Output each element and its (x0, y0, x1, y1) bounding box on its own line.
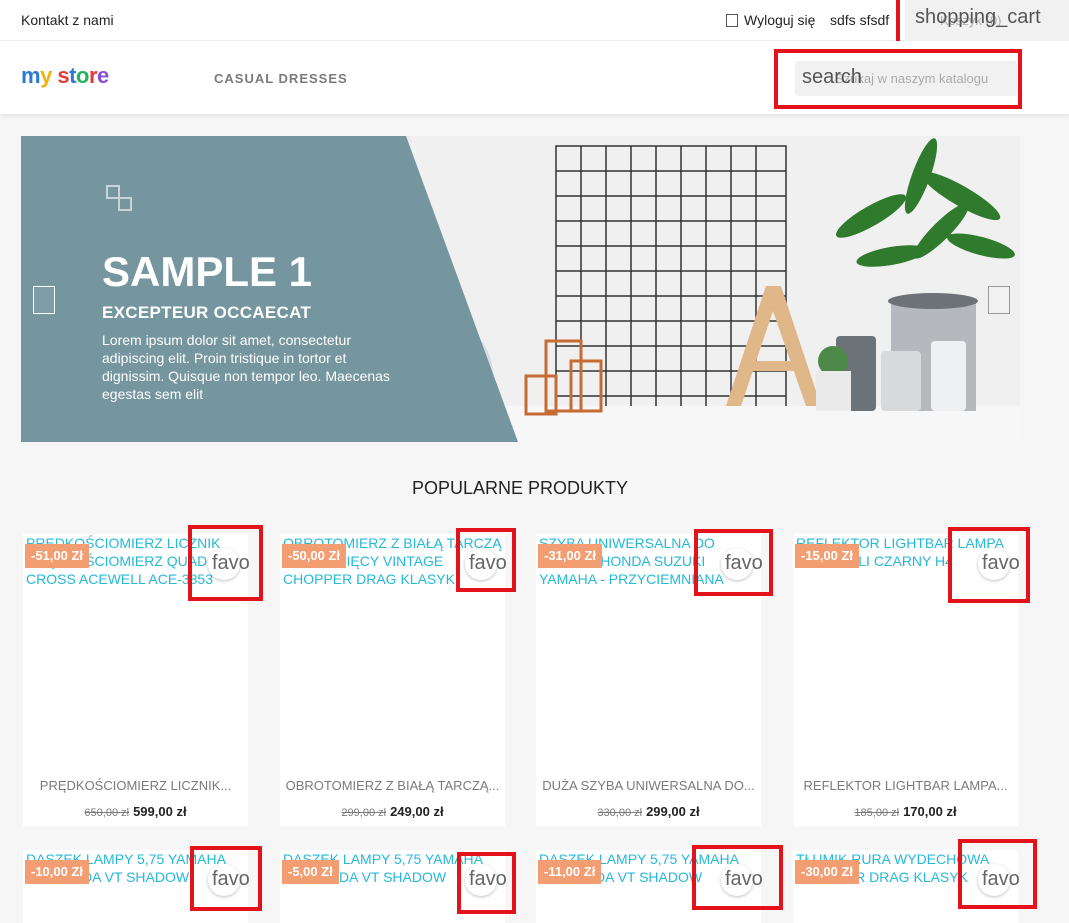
favorite-icon: favo (982, 868, 1020, 890)
store-logo[interactable]: my store (21, 63, 109, 89)
discount-badge: -50,00 Zł (282, 544, 347, 568)
section-title: POPULARNE PRODUKTY (411, 478, 629, 498)
product-card[interactable]: DASZEK LAMPY 5,75 YAMAHA DO HONDA VT SHA… (23, 850, 250, 923)
new-price: 599,00 zł (133, 804, 187, 819)
product-card[interactable]: REFLEKTOR LIGHTBAR LAMPA LED 7 CALI CZAR… (793, 534, 1020, 826)
cart-button[interactable]: Koszyk (0) shopping_cart (905, 0, 1069, 41)
product-card[interactable]: DASZEK LAMPY 5,75 YAMAHA DO HONDA VT SHA… (536, 850, 763, 923)
nav-item-casual-dresses[interactable]: CASUAL DRESSES (214, 71, 348, 86)
product-name[interactable]: OBROTOMIERZ Z BIAŁĄ TARCZĄ... (280, 778, 505, 793)
product-price: 650,00 zł 599,00 zł (23, 804, 248, 819)
product-card[interactable]: SZYBA UNIWERSALNA DO YAMAHA HONDA SUZUKI… (536, 534, 763, 826)
banner-title: SAMPLE 1 (102, 248, 313, 295)
discount-badge: -31,00 Zł (538, 544, 603, 568)
account-link[interactable]: sdfs sfsdf (830, 12, 889, 28)
hero-banner[interactable]: SAMPLE 1 EXCEPTEUR OCCAECAT Lorem ipsum … (21, 136, 1020, 442)
product-card[interactable]: OBROTOMIERZ Z BIAŁĄ TARCZĄ DO 8 TYSIĘCY … (280, 534, 507, 826)
favorite-icon: favo (982, 552, 1020, 574)
product-price: 330,00 zł 299,00 zł (536, 804, 761, 819)
main-header: my store CASUAL DRESSES Szukaj w naszym … (0, 41, 1069, 114)
old-price: 299,00 zł (341, 807, 387, 819)
old-price: 330,00 zł (597, 807, 643, 819)
search-icon[interactable]: search (802, 66, 862, 89)
favorite-icon: favo (212, 868, 250, 890)
new-price: 299,00 zł (646, 804, 700, 819)
new-price: 170,00 zł (903, 804, 957, 819)
discount-badge: -11,00 Zł (538, 860, 602, 884)
favorite-icon: favo (469, 868, 507, 890)
favorite-icon: favo (212, 552, 250, 574)
product-name[interactable]: PRĘDKOŚCIOMIERZ LICZNIK... (23, 778, 248, 793)
contact-link[interactable]: Kontakt z nami (21, 12, 114, 28)
banner-subtitle: EXCEPTEUR OCCAECAT (102, 303, 312, 322)
product-name[interactable]: DUŻA SZYBA UNIWERSALNA DO... (536, 778, 761, 793)
discount-badge: -30,00 Zł (795, 860, 860, 884)
product-name[interactable]: REFLEKTOR LIGHTBAR LAMPA... (793, 778, 1018, 793)
favorite-icon: favo (725, 552, 763, 574)
shopping-cart-icon: shopping_cart (915, 6, 1041, 28)
carousel-next-arrow[interactable] (988, 286, 1010, 314)
favorite-icon: favo (725, 868, 763, 890)
logout-icon (726, 13, 738, 27)
discount-badge: -15,00 Zł (795, 544, 860, 568)
discount-badge: -5,00 Zł (282, 860, 339, 884)
product-price: 299,00 zł 249,00 zł (280, 804, 505, 819)
logout-label: Wyloguj się (744, 12, 816, 28)
banner-text: Lorem ipsum dolor sit amet, consectetur … (102, 332, 390, 402)
product-card[interactable]: DASZEK LAMPY 5,75 YAMAHA DO HONDA VT SHA… (280, 850, 507, 923)
top-bar: Kontakt z nami Wyloguj się sdfs sfsdf Ko… (0, 0, 1069, 41)
search-input[interactable]: Szukaj w naszym katalogu search (795, 61, 1017, 96)
favorite-icon: favo (469, 552, 507, 574)
product-card[interactable]: TŁUMIK RURA WYDECHOWA CHOPPER DRAG KLASY… (793, 850, 1020, 923)
new-price: 249,00 zł (390, 804, 444, 819)
product-card[interactable]: PRĘDKOŚCIOMIERZ LICZNIK PRĘDKOŚCIOMIERZ … (23, 534, 250, 826)
product-price: 185,00 zł 170,00 zł (793, 804, 1018, 819)
discount-badge: -10,00 Zł (25, 860, 90, 884)
logout-link[interactable]: Wyloguj się (726, 12, 815, 28)
carousel-prev-arrow[interactable] (33, 286, 55, 314)
old-price: 185,00 zł (854, 807, 900, 819)
discount-badge: -51,00 Zł (25, 544, 90, 568)
old-price: 650,00 zł (84, 807, 130, 819)
